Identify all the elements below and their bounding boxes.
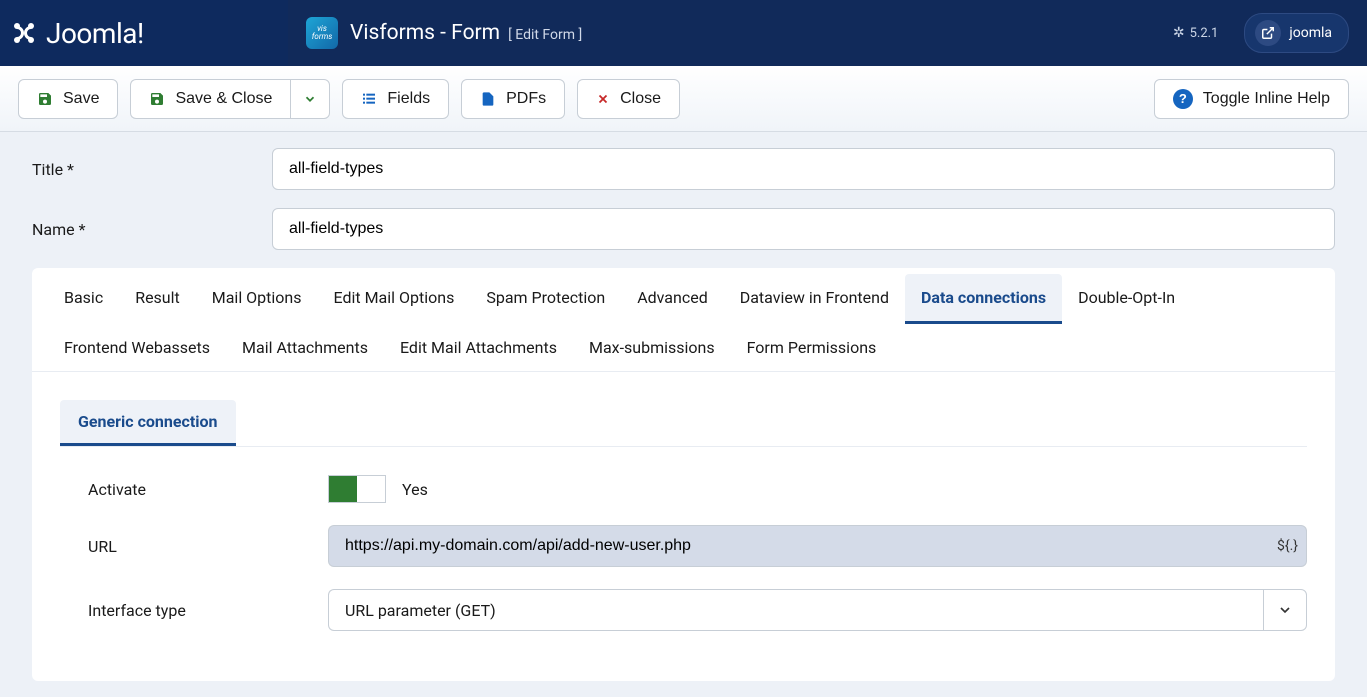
tab-advanced[interactable]: Advanced (621, 274, 724, 324)
fields-button[interactable]: Fields (342, 79, 449, 119)
interface-type-value: URL parameter (GET) (328, 589, 1263, 631)
close-button[interactable]: Close (577, 79, 680, 119)
title-row: Title * (32, 148, 1335, 190)
chevron-down-icon (303, 92, 317, 106)
page-title-wrap: Visforms - Form [ Edit Form ] (350, 21, 582, 45)
joomla-mini-icon: ✲ (1173, 25, 1185, 41)
toolbar: Save Save & Close Fields PDFs Close ? To… (0, 66, 1367, 132)
save-icon (149, 91, 165, 107)
select-arrow (1263, 589, 1307, 631)
joomla-logo[interactable]: Joomla! (10, 17, 144, 50)
tab-frontend-webassets[interactable]: Frontend Webassets (48, 324, 226, 371)
pdfs-button[interactable]: PDFs (461, 79, 565, 119)
save-label: Save (63, 90, 99, 108)
tabs-card: BasicResultMail OptionsEdit Mail Options… (32, 268, 1335, 681)
activate-toggle[interactable] (328, 475, 386, 503)
name-label: Name * (32, 220, 272, 239)
chevron-down-icon (1277, 602, 1293, 618)
activate-label: Activate (88, 480, 328, 499)
tab-mail-attachments[interactable]: Mail Attachments (226, 324, 384, 371)
tab-max-submissions[interactable]: Max-submissions (573, 324, 731, 371)
save-close-group: Save & Close (130, 79, 330, 119)
pdfs-label: PDFs (506, 90, 546, 108)
tab-form-permissions[interactable]: Form Permissions (731, 324, 893, 371)
joomla-mark-icon (10, 19, 38, 47)
toggle-off-state (357, 476, 385, 502)
external-link-icon (1255, 20, 1281, 46)
activate-value: Yes (402, 480, 428, 499)
interface-type-select[interactable]: URL parameter (GET) (328, 589, 1307, 631)
toggle-on-state (329, 476, 357, 502)
save-close-label: Save & Close (175, 90, 272, 108)
close-icon (596, 92, 610, 106)
subtab-generic-connection[interactable]: Generic connection (60, 400, 236, 446)
header: Joomla! visforms Visforms - Form [ Edit … (0, 0, 1367, 66)
file-icon (480, 91, 496, 107)
header-brand-area: Joomla! (0, 0, 288, 66)
name-input[interactable] (272, 208, 1335, 250)
site-name: joomla (1289, 25, 1332, 41)
panel: Generic connection Activate Yes URL (32, 371, 1335, 681)
close-label: Close (620, 90, 661, 108)
save-dropdown-button[interactable] (290, 79, 330, 119)
subtabs: Generic connection (60, 400, 1307, 447)
help-icon: ? (1173, 89, 1193, 109)
toggle-inline-help-button[interactable]: ? Toggle Inline Help (1154, 79, 1349, 119)
tab-edit-mail-attachments[interactable]: Edit Mail Attachments (384, 324, 573, 371)
page-subtitle: [ Edit Form ] (508, 27, 582, 43)
save-close-button[interactable]: Save & Close (130, 79, 290, 119)
url-placeholder-button[interactable]: ${.} (1269, 525, 1307, 567)
url-label: URL (88, 537, 328, 556)
tab-edit-mail-options[interactable]: Edit Mail Options (318, 274, 471, 324)
toggle-help-label: Toggle Inline Help (1203, 90, 1330, 108)
version-badge[interactable]: ✲ 5.2.1 (1173, 25, 1219, 41)
name-row: Name * (32, 208, 1335, 250)
interface-type-label: Interface type (88, 601, 328, 620)
open-site-button[interactable]: joomla (1244, 13, 1349, 53)
tab-double-opt-in[interactable]: Double-Opt-In (1062, 274, 1191, 324)
tabs: BasicResultMail OptionsEdit Mail Options… (32, 268, 1335, 371)
tab-mail-options[interactable]: Mail Options (196, 274, 318, 324)
panel-body: Activate Yes URL ${.} (60, 447, 1307, 631)
save-button[interactable]: Save (18, 79, 118, 119)
save-icon (37, 91, 53, 107)
fields-label: Fields (387, 90, 430, 108)
title-label: Title * (32, 160, 272, 179)
list-icon (361, 91, 377, 107)
visforms-app-icon: visforms (306, 17, 338, 49)
activate-row: Activate Yes (88, 475, 1307, 503)
tab-basic[interactable]: Basic (48, 274, 119, 324)
title-input[interactable] (272, 148, 1335, 190)
tab-result[interactable]: Result (119, 274, 196, 324)
tab-dataview-in-frontend[interactable]: Dataview in Frontend (724, 274, 905, 324)
joomla-brand-text: Joomla! (46, 17, 144, 50)
tab-spam-protection[interactable]: Spam Protection (470, 274, 621, 324)
url-row: URL ${.} (88, 525, 1307, 567)
content: Title * Name * BasicResultMail OptionsEd… (0, 132, 1367, 697)
url-input[interactable] (328, 525, 1269, 567)
tab-data-connections[interactable]: Data connections (905, 274, 1062, 324)
page-title: Visforms - Form (350, 21, 500, 45)
version-text: 5.2.1 (1190, 26, 1219, 41)
url-input-group: ${.} (328, 525, 1307, 567)
interface-type-row: Interface type URL parameter (GET) (88, 589, 1307, 631)
header-main: visforms Visforms - Form [ Edit Form ] ✲… (288, 0, 1367, 66)
